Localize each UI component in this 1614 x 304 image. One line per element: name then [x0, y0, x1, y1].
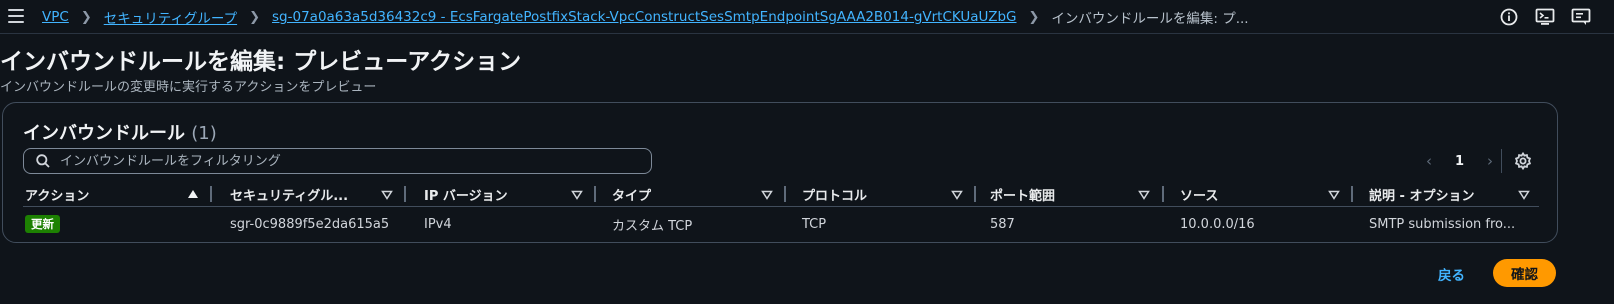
column-label: IP バージョン [424, 188, 508, 204]
breadcrumb-security-groups[interactable]: セキュリティグループ [104, 7, 237, 27]
column-header-description[interactable]: 説明 - オプション [1369, 181, 1474, 207]
column-resizer[interactable] [594, 186, 596, 202]
cell-type: カスタム TCP [612, 218, 693, 234]
cell-source: 10.0.0.0/16 [1180, 216, 1255, 232]
table-row: 更新 sgr-0c9889f5e2da615a5 IPv4 カスタム TCP T… [23, 207, 1539, 241]
chevron-right-icon: ❯ [80, 9, 92, 25]
sort-icon[interactable] [761, 190, 773, 200]
column-resizer[interactable] [210, 186, 212, 202]
settings-gear-icon[interactable] [1513, 151, 1533, 171]
cell-sg-rule-id: sgr-0c9889f5e2da615a5 [230, 216, 390, 232]
status-badge-update: 更新 [25, 215, 60, 233]
breadcrumb-current: インバウンドルールを編集: プ... [1051, 11, 1249, 27]
column-label: 説明 - オプション [1369, 188, 1475, 204]
column-header-action[interactable]: アクション [25, 181, 89, 207]
page-description: インバウンドルールの変更時に実行するアクションをプレビュー [0, 80, 377, 95]
breadcrumb-vpc[interactable]: VPC [42, 9, 69, 25]
filter-input[interactable] [60, 153, 620, 169]
column-label: ソース [1180, 188, 1219, 204]
panel-title: インバウンドルール (1) [23, 119, 217, 145]
cell-description: SMTP submission fro... [1369, 216, 1516, 232]
column-label: タイプ [612, 188, 652, 204]
column-label: ポート範囲 [990, 188, 1056, 204]
sort-icon[interactable] [951, 190, 963, 200]
column-resizer[interactable] [974, 186, 976, 202]
pagination: ‹ 1 › [1421, 151, 1498, 171]
column-header-type[interactable]: タイプ [612, 181, 651, 207]
chevron-right-icon: ❯ [249, 9, 261, 25]
sort-icon[interactable] [1518, 190, 1530, 200]
column-header-security-group-rule-id[interactable]: セキュリティグル... [230, 181, 348, 207]
column-header-source[interactable]: ソース [1180, 181, 1218, 207]
breadcrumb: VPC ❯ セキュリティグループ ❯ sg-07a0a63a5d36432c9 … [42, 0, 1249, 34]
inbound-rules-table: アクション セキュリティグル... IP バージョン タイプ プロトコル ポート… [23, 181, 1539, 241]
filter-field[interactable] [23, 148, 652, 174]
sort-icon[interactable] [381, 190, 393, 200]
column-resizer[interactable] [404, 186, 406, 202]
column-header-ip-version[interactable]: IP バージョン [424, 181, 508, 207]
pager-divider [1501, 149, 1502, 173]
sort-icon[interactable] [1328, 190, 1340, 200]
table-header: アクション セキュリティグル... IP バージョン タイプ プロトコル ポート… [23, 181, 1539, 207]
confirm-button[interactable]: 確認 [1493, 259, 1556, 287]
menu-icon[interactable] [8, 9, 24, 23]
page-number[interactable]: 1 [1455, 154, 1464, 169]
back-button[interactable]: 戻る [1438, 264, 1465, 284]
column-label: プロトコル [802, 188, 868, 204]
column-resizer[interactable] [1351, 186, 1353, 202]
breadcrumb-security-group[interactable]: sg-07a0a63a5d36432c9 - EcsFargatePostfix… [272, 9, 1016, 25]
sort-ascending-icon[interactable] [187, 189, 199, 199]
panel-title-text: インバウンドルール [23, 123, 185, 144]
search-icon [36, 154, 50, 168]
column-header-protocol[interactable]: プロトコル [802, 181, 867, 207]
sort-icon[interactable] [571, 190, 583, 200]
cloudshell-icon[interactable] [1534, 6, 1556, 28]
chevron-right-icon: ❯ [1028, 9, 1040, 25]
inbound-rules-panel: インバウンドルール (1) ‹ 1 › アクション セキュリティグル... [2, 102, 1558, 243]
feedback-icon[interactable] [1570, 6, 1592, 28]
info-icon[interactable] [1498, 6, 1520, 28]
cell-action: 更新 [25, 207, 60, 241]
cell-protocol: TCP [802, 216, 827, 232]
sort-icon[interactable] [1138, 190, 1150, 200]
column-header-port-range[interactable]: ポート範囲 [990, 181, 1055, 207]
chevron-right-icon[interactable]: › [1482, 152, 1498, 170]
column-resizer[interactable] [784, 186, 786, 202]
column-label: アクション [25, 188, 90, 204]
top-navigation-bar: VPC ❯ セキュリティグループ ❯ sg-07a0a63a5d36432c9 … [0, 0, 1614, 34]
chevron-left-icon[interactable]: ‹ [1421, 152, 1437, 170]
rule-count: (1) [191, 123, 217, 144]
column-resizer[interactable] [1162, 186, 1164, 202]
column-label: セキュリティグル... [230, 188, 349, 204]
page-title: インバウンドルールを編集: プレビューアクション [0, 49, 522, 75]
cell-ip-version: IPv4 [424, 216, 452, 232]
cell-port-range: 587 [990, 216, 1015, 232]
